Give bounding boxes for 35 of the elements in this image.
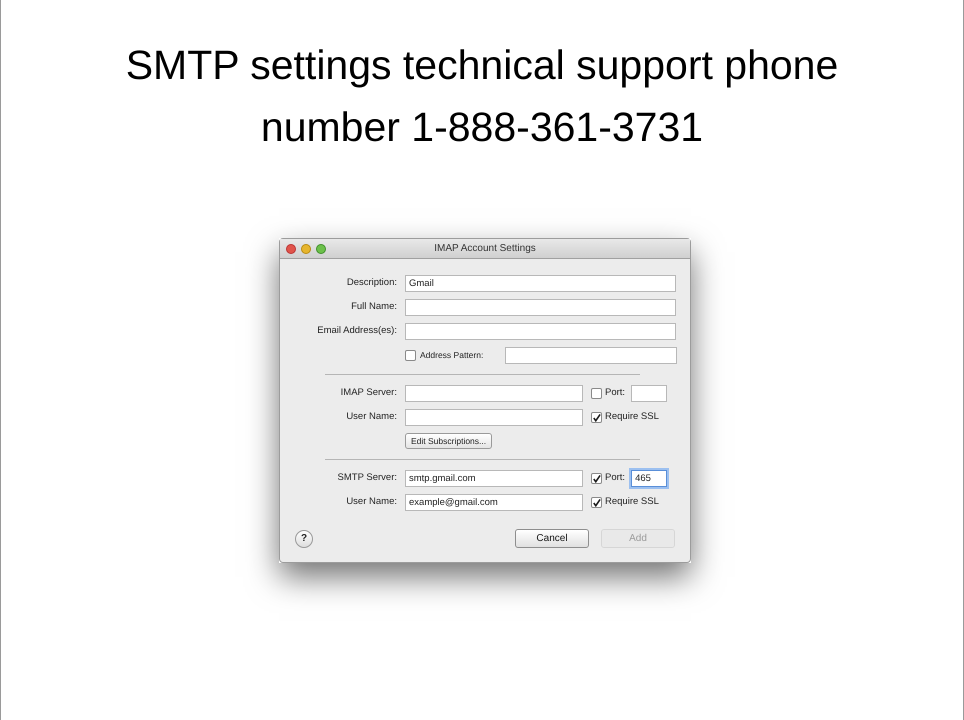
- input-field[interactable]: [505, 347, 677, 364]
- input-field[interactable]: [405, 299, 676, 316]
- edit-subscriptions-button[interactable]: Edit Subscriptions...: [405, 433, 492, 449]
- checkbox-label: Address Pattern:: [420, 349, 484, 362]
- zoom-button[interactable]: [316, 244, 326, 254]
- input-field[interactable]: smtp.gmail.com: [405, 470, 583, 487]
- checkbox[interactable]: [405, 350, 416, 361]
- slide-title: SMTP settings technical support phone number 1-888-361-3731: [124, 41, 840, 152]
- checkbox[interactable]: [591, 497, 602, 508]
- checkbox[interactable]: [591, 473, 602, 484]
- input-field[interactable]: example@gmail.com: [405, 494, 583, 511]
- port-field[interactable]: 465: [631, 470, 668, 487]
- checkbox[interactable]: [591, 412, 602, 423]
- input-field[interactable]: Gmail: [405, 275, 676, 292]
- checkbox[interactable]: [591, 388, 602, 399]
- field-label: Description:: [346, 276, 397, 290]
- field-label: Full Name:: [351, 300, 397, 314]
- cancel-button[interactable]: Cancel: [515, 529, 589, 548]
- port-field[interactable]: [631, 385, 668, 402]
- input-field[interactable]: [405, 385, 583, 402]
- input-field[interactable]: [405, 409, 583, 426]
- field-label: User Name:: [346, 495, 397, 510]
- field-label: Email Address(es):: [317, 324, 397, 338]
- field-label: IMAP Server:: [340, 386, 397, 400]
- help-button[interactable]: ?: [295, 530, 313, 548]
- field-label: User Name:: [346, 410, 397, 424]
- checkbox-label: Port:: [605, 386, 626, 400]
- checkbox-label: Require SSL: [605, 495, 659, 510]
- field-label: SMTP Server:: [338, 471, 397, 486]
- checkbox-label: Require SSL: [605, 410, 659, 424]
- checkbox-label: Port:: [605, 471, 626, 486]
- close-button[interactable]: [286, 244, 296, 254]
- input-field[interactable]: [405, 323, 676, 340]
- window-title: IMAP Account Settings: [433, 242, 537, 256]
- minimize-button[interactable]: [301, 244, 311, 254]
